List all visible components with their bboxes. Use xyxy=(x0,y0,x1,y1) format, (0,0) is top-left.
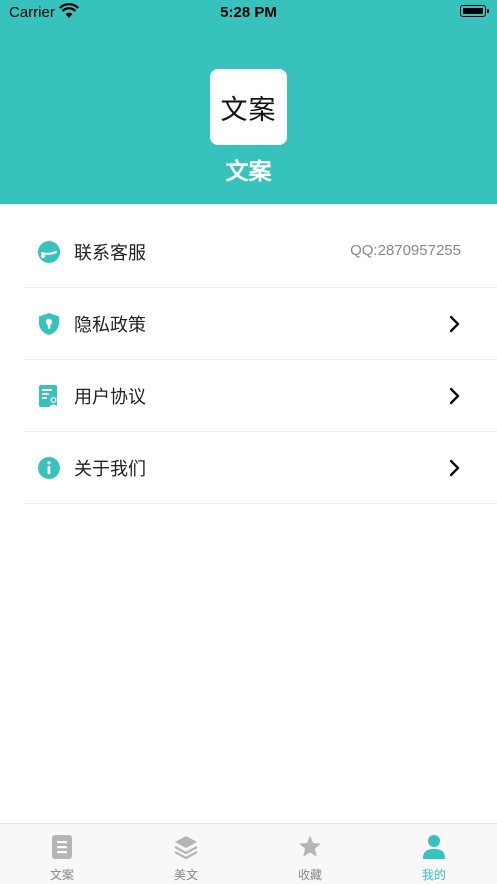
status-time: 5:28 PM xyxy=(220,4,277,21)
app-logo: 文案 xyxy=(210,69,287,145)
chevron-right-icon xyxy=(449,459,460,477)
tab-essays[interactable]: 美文 xyxy=(124,824,248,884)
document-user-icon xyxy=(39,385,58,407)
tab-label: 文案 xyxy=(49,868,74,882)
chevron-right-icon xyxy=(449,315,460,333)
app-name: 文案 xyxy=(225,159,272,185)
battery-icon xyxy=(460,5,489,17)
menu-item-label: 隐私政策 xyxy=(74,315,146,336)
chevron-right-icon xyxy=(449,387,460,405)
shield-lock-icon xyxy=(39,313,59,335)
menu-item-label: 联系客服 xyxy=(74,243,146,264)
settings-list: 联系客服 QQ:2870957255 隐私政策 用户协议 关于我们 xyxy=(0,216,497,504)
document-icon xyxy=(52,835,72,859)
tab-copywriting[interactable]: 文案 xyxy=(0,824,124,884)
menu-item-privacy-policy[interactable]: 隐私政策 xyxy=(24,288,497,360)
customer-service-icon xyxy=(38,241,60,263)
profile-header: Carrier 5:28 PM 文案 文案 xyxy=(0,0,497,204)
menu-item-customer-service[interactable]: 联系客服 QQ:2870957255 xyxy=(24,216,497,288)
tab-label: 美文 xyxy=(173,868,198,882)
qq-number: QQ:2870957255 xyxy=(350,242,461,259)
menu-item-label: 关于我们 xyxy=(74,459,146,480)
info-icon xyxy=(38,457,60,479)
person-icon xyxy=(423,835,445,859)
menu-item-about-us[interactable]: 关于我们 xyxy=(24,432,497,504)
status-bar: Carrier 5:28 PM xyxy=(0,0,497,26)
layers-icon xyxy=(174,836,198,860)
tab-mine[interactable]: 我的 xyxy=(372,824,496,884)
tab-label: 收藏 xyxy=(297,868,322,882)
tab-bar: 文案 美文 收藏 我的 xyxy=(0,823,497,884)
tab-favorites[interactable]: 收藏 xyxy=(248,824,372,884)
tab-label: 我的 xyxy=(421,868,446,882)
star-icon xyxy=(299,835,321,857)
menu-item-label: 用户协议 xyxy=(74,387,146,408)
menu-item-user-agreement[interactable]: 用户协议 xyxy=(24,360,497,432)
